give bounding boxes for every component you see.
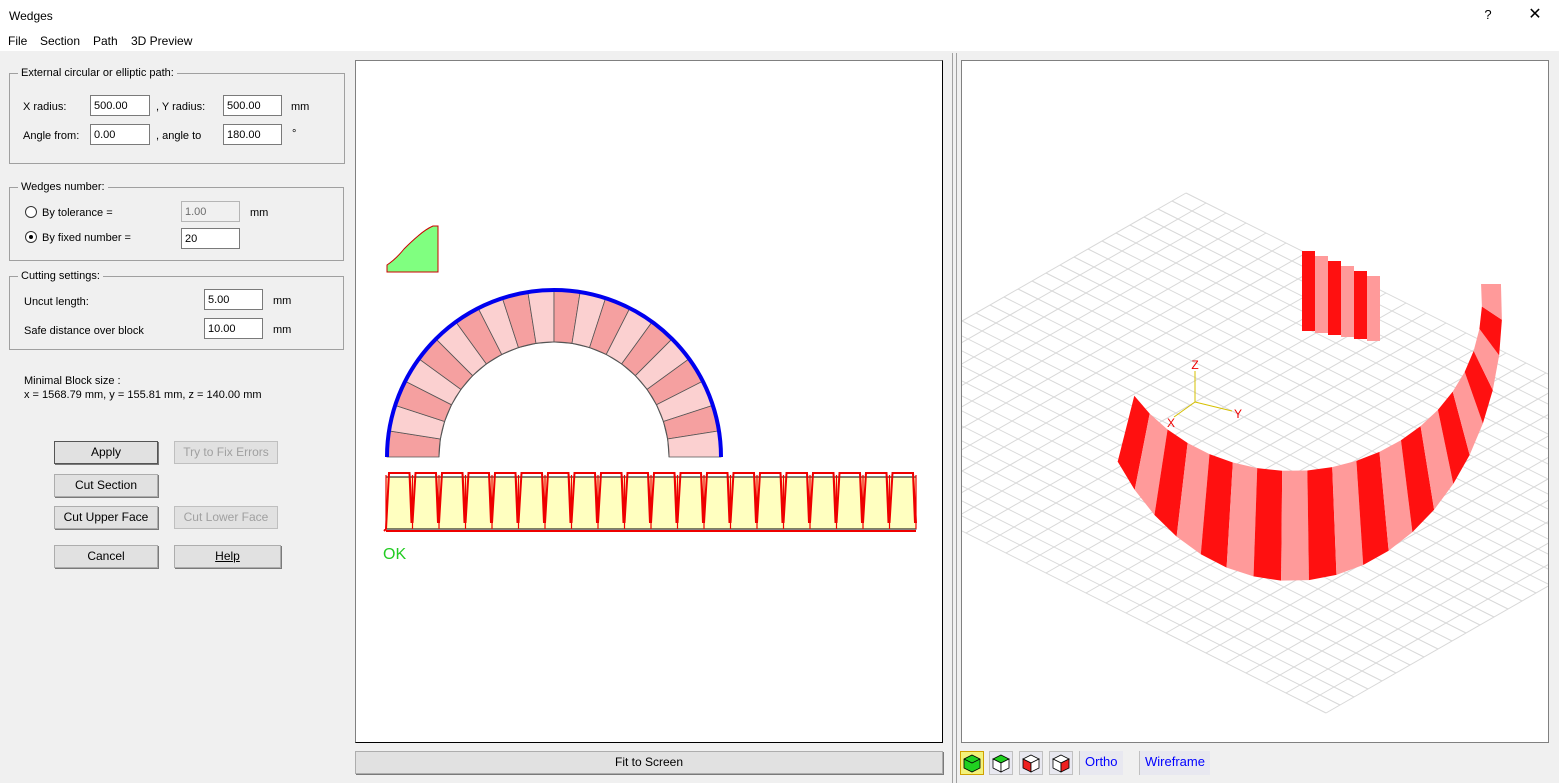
radius-unit: mm (291, 101, 310, 113)
wedge-preview-drawing: OK (383, 225, 917, 563)
apply-button[interactable]: Apply (54, 441, 158, 464)
safe-distance-unit: mm (273, 324, 292, 336)
cut-upper-face-button[interactable]: Cut Upper Face (54, 506, 158, 529)
section-profile-shape (386, 225, 439, 273)
view-side-button[interactable] (1049, 751, 1073, 775)
view-top-icon (992, 754, 1010, 773)
y-radius-input[interactable] (223, 95, 282, 116)
ortho-toggle[interactable]: Ortho (1079, 751, 1123, 775)
grid-line (962, 232, 1267, 408)
cut-section-button[interactable]: Cut Section (54, 474, 158, 497)
status-ok-label: OK (383, 546, 406, 563)
view-side-icon (1052, 754, 1070, 773)
menu-3d-preview[interactable]: 3D Preview (131, 34, 192, 48)
end-wall-stripe (1315, 256, 1328, 333)
x-radius-input[interactable] (90, 95, 150, 116)
fixed-number-input[interactable] (181, 228, 240, 249)
help-button[interactable]: Help (174, 545, 281, 568)
y-axis-label: Y (1234, 407, 1242, 421)
wedges-group-legend: Wedges number: (18, 181, 108, 193)
safe-distance-label: Safe distance over block (24, 325, 144, 337)
menu-path[interactable]: Path (93, 34, 118, 48)
cutting-group-legend: Cutting settings: (18, 270, 103, 282)
by-tolerance-label: By tolerance = (42, 207, 113, 219)
section-profile (386, 225, 439, 273)
menu-bar: File Section Path 3D Preview (0, 31, 1559, 51)
z-axis-label: Z (1191, 358, 1198, 372)
section-preview-canvas[interactable]: OK (355, 60, 943, 743)
cutting-settings-group: Cutting settings: (9, 270, 344, 350)
fit-to-screen-button[interactable]: Fit to Screen (355, 751, 943, 774)
y-axis-line (1194, 401, 1233, 412)
panel-splitter[interactable] (952, 53, 957, 783)
help-titlebar-button[interactable]: ? (1473, 3, 1503, 27)
x-axis-line (1173, 401, 1196, 418)
end-wall-stripe (1302, 251, 1315, 331)
menu-section[interactable]: Section (40, 34, 80, 48)
arch-stripe (1253, 468, 1283, 581)
cancel-button[interactable]: Cancel (54, 545, 158, 568)
angle-to-label: , angle to (156, 130, 202, 142)
path-group-legend: External circular or elliptic path: (18, 67, 177, 79)
view-front-icon (1022, 754, 1040, 773)
cutting-strip (383, 472, 917, 532)
y-radius-label: , Y radius: (156, 101, 206, 113)
view-iso-button[interactable] (960, 751, 984, 775)
end-wall-stripe (1328, 261, 1341, 335)
view-front-button[interactable] (1019, 751, 1043, 775)
minimal-block-value: x = 1568.79 mm, y = 155.81 mm, z = 140.0… (24, 389, 262, 401)
uncut-length-label: Uncut length: (24, 296, 89, 308)
angle-unit: ° (292, 128, 297, 140)
wedges-number-group: Wedges number: (9, 181, 344, 261)
grid-line (962, 192, 1187, 322)
view-iso-icon (963, 754, 981, 773)
angle-to-input[interactable] (223, 124, 282, 145)
uncut-length-input[interactable] (204, 289, 263, 310)
title-bar: Wedges ? ✕ (0, 0, 1559, 31)
window-title: Wedges (9, 9, 53, 23)
by-fixed-number-label: By fixed number = (42, 232, 131, 244)
uncut-unit: mm (273, 295, 292, 307)
arch-wedges (386, 289, 722, 458)
by-tolerance-radio[interactable] (25, 206, 37, 218)
end-wall-stripe (1354, 271, 1367, 339)
tolerance-unit: mm (250, 207, 269, 219)
x-axis-label: X (1167, 416, 1175, 430)
arch-stripe (1281, 470, 1309, 581)
view-top-button[interactable] (989, 751, 1013, 775)
angle-from-input[interactable] (90, 124, 150, 145)
try-fix-errors-button[interactable]: Try to Fix Errors (174, 441, 278, 464)
end-wall-stripe (1341, 266, 1354, 337)
wireframe-toggle[interactable]: Wireframe (1139, 751, 1210, 775)
safe-distance-input[interactable] (204, 318, 263, 339)
by-fixed-number-radio[interactable] (25, 231, 37, 243)
3d-preview-viewport[interactable]: Z Y X (961, 60, 1549, 743)
x-radius-label: X radius: (23, 101, 67, 113)
close-button[interactable]: ✕ (1517, 3, 1553, 27)
3d-toolbar: Ortho Wireframe (958, 749, 1559, 779)
angle-from-label: Angle from: (23, 130, 80, 142)
path-group: External circular or elliptic path: (9, 67, 345, 164)
3d-preview-drawing: Z Y X (962, 192, 1548, 714)
arch-stripe (1307, 467, 1337, 581)
end-wall-stripe (1367, 276, 1380, 341)
cut-lower-face-button[interactable]: Cut Lower Face (174, 506, 278, 529)
tolerance-input[interactable] (181, 201, 240, 222)
menu-file[interactable]: File (8, 34, 27, 48)
minimal-block-title: Minimal Block size : (24, 375, 121, 387)
